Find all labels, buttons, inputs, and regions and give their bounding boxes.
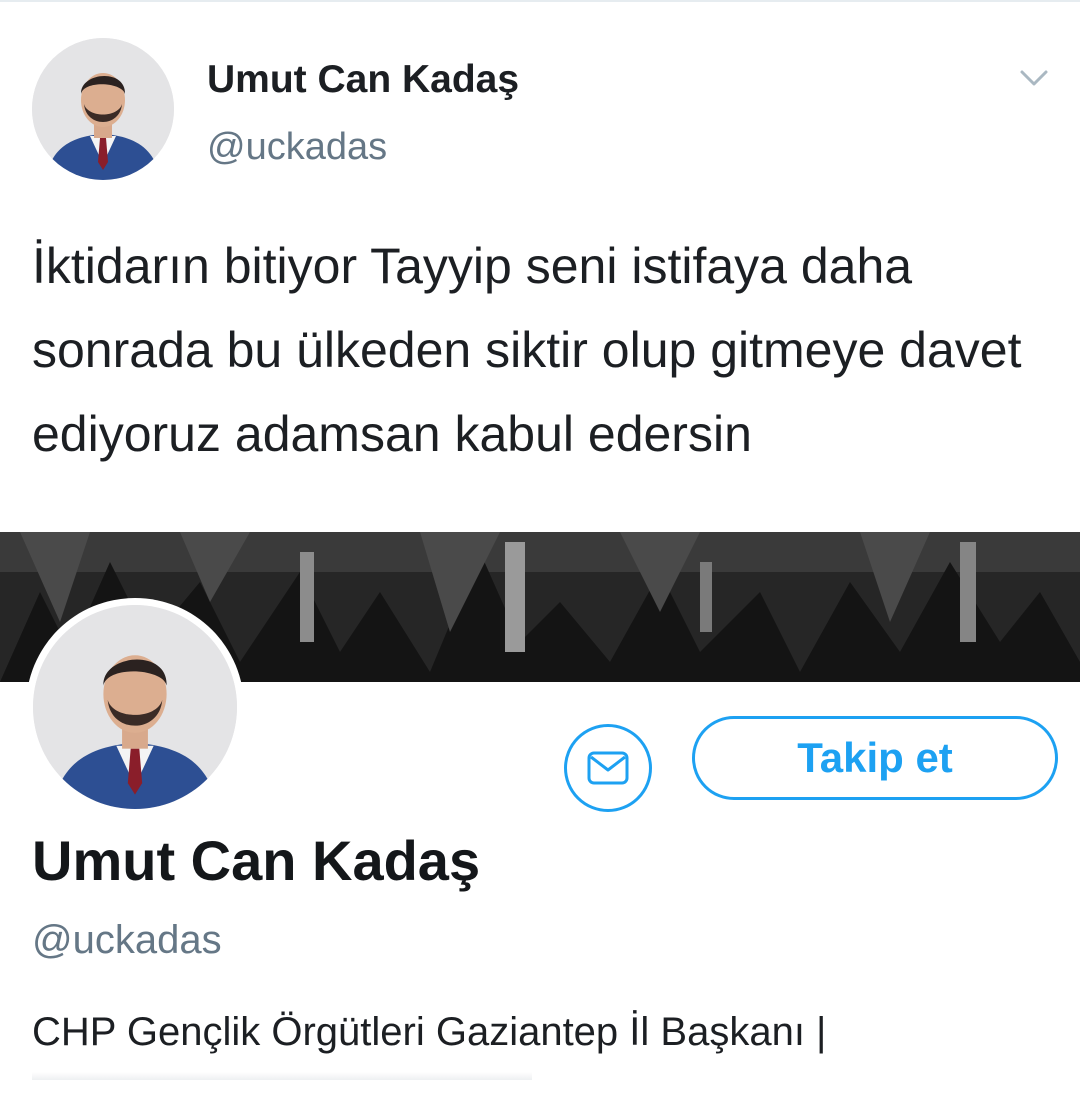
profile-bio: CHP Gençlik Örgütleri Gaziantep İl Başka… [32,1010,827,1054]
profile-name: Umut Can Kadaş [32,829,481,892]
tweet-card[interactable]: Umut Can Kadaş @uckadas İktidarın bitiyo… [0,0,1080,532]
tweet-author-name[interactable]: Umut Can Kadaş [207,58,519,102]
tweet-author-handle[interactable]: @uckadas [207,126,387,169]
follow-button[interactable]: Takip et [692,716,1058,800]
profile-avatar[interactable] [26,598,244,816]
envelope-icon [587,751,629,785]
person-photo [33,605,237,809]
chevron-down-icon[interactable] [1018,66,1050,90]
message-button[interactable] [564,724,652,812]
profile-handle: @uckadas [32,918,222,962]
tweet-author-avatar[interactable] [32,38,174,180]
tweet-text: İktidarın bitiyor Tayyip seni istifaya d… [32,238,1022,462]
person-photo [32,38,174,180]
profile-card: Takip et Umut Can Kadaş @uckadas CHP Gen… [0,532,1080,1103]
bio-cutoff-line [32,1072,532,1080]
